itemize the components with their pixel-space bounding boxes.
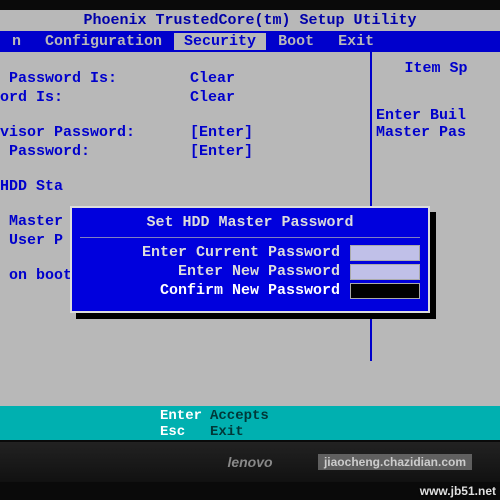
- tab-security[interactable]: Security: [174, 33, 266, 50]
- label: Password:: [0, 143, 190, 160]
- label: Password Is:: [0, 70, 190, 87]
- key-help-bar: EnterAccepts EscExit: [0, 406, 500, 440]
- tab-configuration[interactable]: Configuration: [33, 33, 174, 50]
- key-enter-action: Accepts: [210, 408, 269, 424]
- set-hdd-master-password-dialog: Set HDD Master Password Enter Current Pa…: [70, 206, 430, 313]
- tab-main-trunc[interactable]: n: [0, 33, 33, 50]
- key-esc-action: Exit: [210, 424, 244, 440]
- value: [Enter]: [190, 124, 253, 141]
- value: Clear: [190, 89, 235, 106]
- watermark-secondary: jiaocheng.chazidian.com: [318, 454, 472, 470]
- tab-exit[interactable]: Exit: [326, 33, 386, 50]
- dialog-title: Set HDD Master Password: [80, 212, 420, 238]
- help-line-2: Master Pas: [376, 124, 496, 141]
- label: Enter New Password: [178, 263, 350, 280]
- key-enter: Enter: [160, 408, 210, 424]
- supervisor-pw-status: Password Is: Clear: [0, 70, 366, 87]
- row-confirm-password: Confirm New Password: [80, 282, 420, 299]
- help-line-1: Enter Buil: [376, 107, 496, 124]
- tab-bar: n Configuration Security Boot Exit: [0, 31, 500, 51]
- current-password-field[interactable]: [350, 245, 420, 261]
- label: Enter Current Password: [142, 244, 350, 261]
- monitor-bezel: Phoenix TrustedCore(tm) Setup Utility n …: [0, 0, 500, 500]
- hdd-status-trunc: HDD Sta: [0, 178, 366, 195]
- value: Clear: [190, 70, 235, 87]
- label: Confirm New Password: [160, 282, 350, 299]
- label: HDD Sta: [0, 178, 190, 195]
- value: [Enter]: [190, 143, 253, 160]
- row-current-password: Enter Current Password: [80, 244, 420, 261]
- tab-boot[interactable]: Boot: [266, 33, 326, 50]
- set-supervisor-pw[interactable]: visor Password: [Enter]: [0, 124, 366, 141]
- label: ord Is:: [0, 89, 190, 106]
- watermark-primary: www.jb51.net: [420, 484, 496, 498]
- set-user-pw[interactable]: Password: [Enter]: [0, 143, 366, 160]
- utility-title: Phoenix TrustedCore(tm) Setup Utility: [0, 10, 500, 29]
- label: visor Password:: [0, 124, 190, 141]
- user-pw-status: ord Is: Clear: [0, 89, 366, 106]
- help-heading: Item Sp: [376, 60, 496, 77]
- key-esc: Esc: [160, 424, 210, 440]
- row-new-password: Enter New Password: [80, 263, 420, 280]
- new-password-field[interactable]: [350, 264, 420, 280]
- confirm-password-field[interactable]: [350, 283, 420, 299]
- bios-screen: Phoenix TrustedCore(tm) Setup Utility n …: [0, 10, 500, 440]
